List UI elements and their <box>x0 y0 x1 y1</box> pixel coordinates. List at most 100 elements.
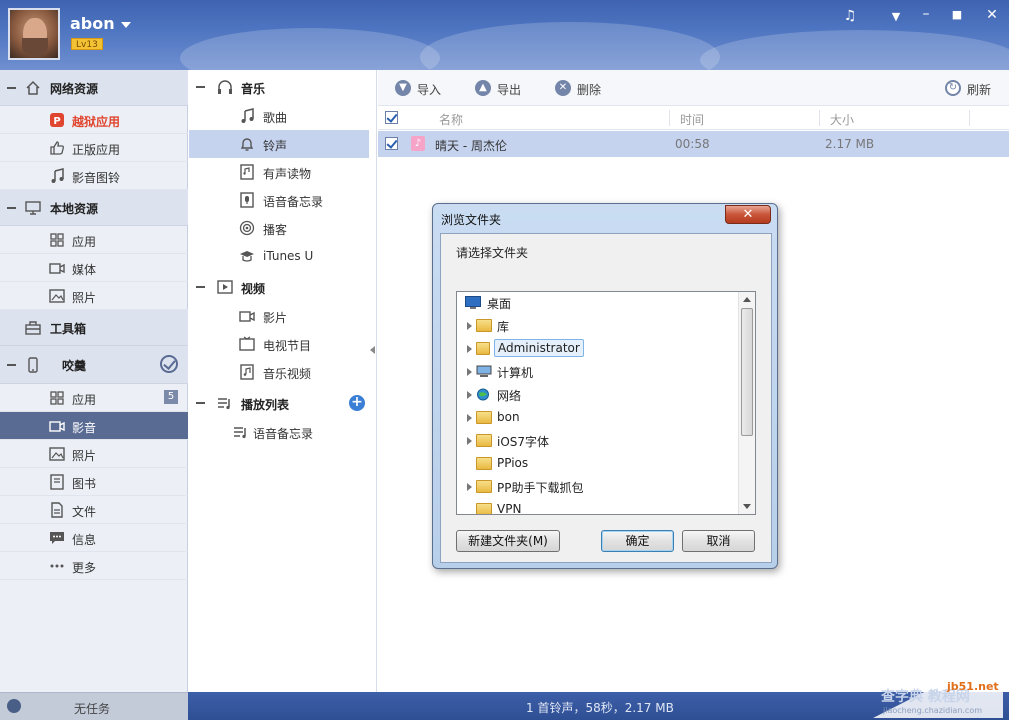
tree-item-vpn[interactable]: VPN <box>457 499 739 514</box>
music-icon[interactable]: ♫ <box>840 8 860 24</box>
category-music[interactable]: 音乐 <box>189 72 369 102</box>
collapse-icon[interactable] <box>7 207 16 209</box>
media-item-tv-shows[interactable]: 电视节目 <box>189 330 369 358</box>
tree-item-desktop[interactable]: 桌面 <box>457 292 739 314</box>
media-item-audiobooks[interactable]: 有声读物 <box>189 158 369 186</box>
collapse-panel-icon[interactable] <box>370 346 375 354</box>
collapse-icon[interactable] <box>196 402 205 404</box>
media-item-movies[interactable]: 影片 <box>189 302 369 330</box>
check-circle-icon[interactable] <box>160 355 178 373</box>
sidebar-item-local-photos[interactable]: 照片 <box>0 282 188 310</box>
column-header-time[interactable]: 时间 <box>680 111 704 128</box>
section-device[interactable]: 咬羹 <box>0 346 188 384</box>
media-item-music-videos[interactable]: 音乐视频 <box>189 358 369 386</box>
expand-icon[interactable] <box>467 368 472 376</box>
tree-item-ios7-fonts[interactable]: iOS7字体 <box>457 430 739 452</box>
column-divider[interactable] <box>669 110 670 126</box>
dialog-body: 请选择文件夹 桌面 库 Administrator 计算机 网络 bon iOS… <box>440 233 772 563</box>
avatar[interactable] <box>8 8 60 60</box>
maximize-icon[interactable]: ■ <box>947 8 967 21</box>
username-menu[interactable]: abon <box>70 14 131 33</box>
tree-item-library[interactable]: 库 <box>457 315 739 337</box>
section-network-resources[interactable]: 网络资源 <box>0 70 188 106</box>
expand-icon[interactable] <box>467 483 472 491</box>
tree-item-ppios[interactable]: PPios <box>457 453 739 475</box>
sidebar-item-device-apps[interactable]: 应用 5 <box>0 384 188 412</box>
collapse-icon[interactable] <box>7 87 16 89</box>
sidebar-item-device-media[interactable]: 影音 <box>0 412 188 440</box>
scrollbar-thumb[interactable] <box>741 308 753 436</box>
minimize-icon[interactable]: – <box>916 6 936 22</box>
section-label: 本地资源 <box>50 202 99 216</box>
media-item-voice-memos[interactable]: 语音备忘录 <box>189 186 369 214</box>
row-checkbox[interactable] <box>385 137 398 150</box>
media-item-podcasts[interactable]: 播客 <box>189 214 369 242</box>
scroll-up-icon[interactable] <box>743 297 751 302</box>
tree-item-label: Administrator <box>494 339 584 357</box>
expand-icon[interactable] <box>467 345 472 353</box>
photo-icon <box>49 289 65 303</box>
scroll-down-icon[interactable] <box>743 504 751 509</box>
playlist-icon <box>234 427 246 439</box>
tree-item-administrator[interactable]: Administrator <box>457 338 739 360</box>
sidebar-item-device-files[interactable]: 文件 <box>0 496 188 524</box>
table-row[interactable]: ♪ 晴天 - 周杰伦 00:58 2.17 MB <box>378 131 1009 157</box>
expand-icon[interactable] <box>467 437 472 445</box>
sidebar-item-jailbreak-apps[interactable]: P 越狱应用 <box>0 106 188 134</box>
sidebar-item-official-apps[interactable]: 正版应用 <box>0 134 188 162</box>
column-header-size[interactable]: 大小 <box>830 111 854 128</box>
expand-icon[interactable] <box>467 391 472 399</box>
video-camera-icon <box>49 421 65 432</box>
section-toolbox[interactable]: 工具箱 <box>0 310 188 346</box>
category-label: 播放列表 <box>241 398 290 412</box>
sidebar-item-device-books[interactable]: 图书 <box>0 468 188 496</box>
sidebar-item-label: 越狱应用 <box>72 115 121 129</box>
menu-icon[interactable]: ▼ <box>886 10 906 23</box>
power-icon[interactable] <box>7 699 21 713</box>
tree-item-network[interactable]: 网络 <box>457 384 739 406</box>
level-badge: Lv13 <box>71 38 103 50</box>
media-item-itunes-u[interactable]: iTunes U <box>189 242 369 270</box>
select-all-checkbox[interactable] <box>385 111 398 124</box>
sidebar-item-label: 媒体 <box>72 263 97 277</box>
watermark-url: jiaocheng.chazidian.com <box>883 706 983 715</box>
category-video[interactable]: 视频 <box>189 272 369 302</box>
category-playlists[interactable]: 播放列表 + <box>189 388 369 418</box>
tree-scrollbar[interactable] <box>738 292 755 514</box>
expand-icon[interactable] <box>467 322 472 330</box>
tree-item-bon[interactable]: bon <box>457 407 739 429</box>
sidebar-item-device-photos[interactable]: 照片 <box>0 440 188 468</box>
cancel-button[interactable]: 取消 <box>682 530 755 552</box>
sidebar-item-local-apps[interactable]: 应用 <box>0 226 188 254</box>
media-item-ringtones[interactable]: 铃声 <box>189 130 369 158</box>
new-folder-button[interactable]: 新建文件夹(M) <box>456 530 560 552</box>
collapse-icon[interactable] <box>196 86 205 88</box>
bell-icon <box>240 138 254 151</box>
expand-icon[interactable] <box>467 414 472 422</box>
thumbs-up-icon <box>50 141 64 155</box>
column-header-name[interactable]: 名称 <box>439 111 463 128</box>
sidebar-item-device-more[interactable]: 更多 <box>0 552 188 580</box>
collapse-icon[interactable] <box>7 364 16 366</box>
media-item-songs[interactable]: 歌曲 <box>189 102 369 130</box>
music-video-icon <box>240 364 254 380</box>
close-icon[interactable]: ✕ <box>982 7 1002 23</box>
sidebar-item-label: 影音图铃 <box>72 171 121 185</box>
collapse-icon[interactable] <box>196 286 205 288</box>
sidebar-item-label: 应用 <box>72 235 97 249</box>
sidebar-item-device-messages[interactable]: 信息 <box>0 524 188 552</box>
tree-item-computer[interactable]: 计算机 <box>457 361 739 383</box>
add-playlist-icon[interactable]: + <box>349 395 365 411</box>
section-local-resources[interactable]: 本地资源 <box>0 190 188 226</box>
photo-icon <box>49 447 65 461</box>
sidebar-item-local-media[interactable]: 媒体 <box>0 254 188 282</box>
column-divider[interactable] <box>819 110 820 126</box>
tree-item-pp-download[interactable]: PP助手下载抓包 <box>457 476 739 498</box>
sidebar-item-label: 文件 <box>72 505 97 519</box>
ok-button[interactable]: 确定 <box>601 530 674 552</box>
sidebar-item-media-ringtones[interactable]: 影音图铃 <box>0 162 188 190</box>
media-item-playlist-voice-memos[interactable]: 语音备忘录 <box>189 418 369 446</box>
column-divider[interactable] <box>969 110 970 126</box>
dialog-close-button[interactable]: ✕ <box>725 205 771 224</box>
username: abon <box>70 14 115 33</box>
